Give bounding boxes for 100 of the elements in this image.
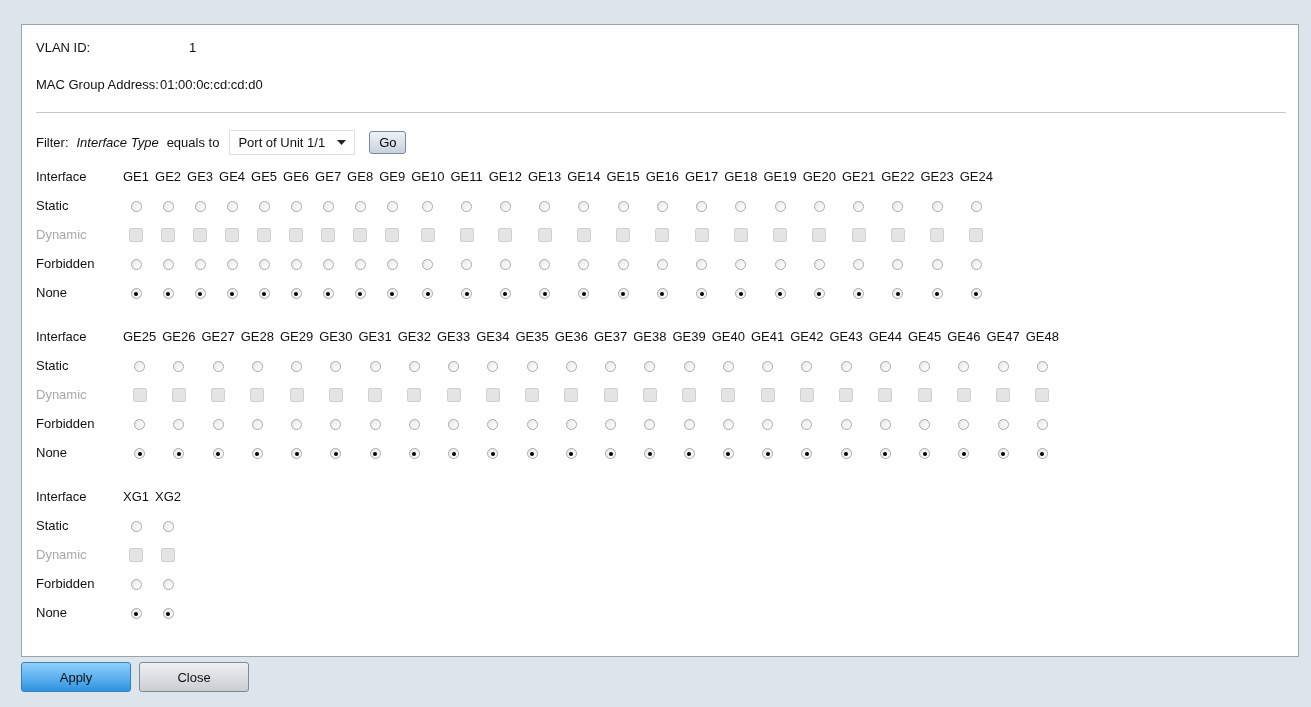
radio-button[interactable] (290, 288, 302, 300)
radio-button[interactable] (735, 259, 747, 271)
radio-button[interactable] (683, 448, 695, 460)
radio-button[interactable] (291, 448, 303, 460)
radio-button[interactable] (762, 361, 774, 373)
radio-button[interactable] (644, 361, 656, 373)
go-button[interactable]: Go (369, 130, 407, 154)
radio-button[interactable] (931, 259, 943, 271)
radio-button[interactable] (461, 288, 473, 300)
radio-button[interactable] (801, 448, 813, 460)
radio-button[interactable] (173, 448, 185, 460)
radio-button[interactable] (130, 259, 142, 271)
radio-button[interactable] (499, 259, 511, 271)
radio-button[interactable] (330, 361, 342, 373)
radio-button[interactable] (386, 201, 398, 213)
radio-button[interactable] (1036, 361, 1048, 373)
radio-button[interactable] (853, 259, 865, 271)
apply-button[interactable]: Apply (21, 662, 131, 692)
radio-button[interactable] (683, 419, 695, 431)
radio-button[interactable] (696, 201, 708, 213)
radio-button[interactable] (448, 361, 460, 373)
radio-button[interactable] (408, 448, 420, 460)
radio-button[interactable] (892, 201, 904, 213)
radio-button[interactable] (774, 201, 786, 213)
radio-button[interactable] (840, 448, 852, 460)
radio-button[interactable] (696, 288, 708, 300)
radio-button[interactable] (840, 361, 852, 373)
radio-button[interactable] (386, 259, 398, 271)
radio-button[interactable] (290, 259, 302, 271)
radio-button[interactable] (130, 608, 142, 620)
radio-button[interactable] (408, 419, 420, 431)
radio-button[interactable] (617, 201, 629, 213)
radio-button[interactable] (970, 259, 982, 271)
radio-button[interactable] (526, 361, 538, 373)
radio-button[interactable] (644, 419, 656, 431)
radio-button[interactable] (813, 259, 825, 271)
radio-button[interactable] (162, 521, 174, 533)
radio-button[interactable] (130, 521, 142, 533)
radio-button[interactable] (258, 288, 270, 300)
radio-button[interactable] (526, 419, 538, 431)
radio-button[interactable] (162, 579, 174, 591)
radio-button[interactable] (813, 288, 825, 300)
radio-button[interactable] (408, 361, 420, 373)
radio-button[interactable] (194, 201, 206, 213)
radio-button[interactable] (605, 361, 617, 373)
radio-button[interactable] (134, 419, 146, 431)
radio-button[interactable] (539, 259, 551, 271)
radio-button[interactable] (212, 448, 224, 460)
radio-button[interactable] (813, 201, 825, 213)
radio-button[interactable] (722, 419, 734, 431)
radio-button[interactable] (290, 201, 302, 213)
radio-button[interactable] (617, 259, 629, 271)
close-button[interactable]: Close (139, 662, 249, 692)
radio-button[interactable] (970, 288, 982, 300)
radio-button[interactable] (879, 361, 891, 373)
radio-button[interactable] (931, 288, 943, 300)
radio-button[interactable] (774, 288, 786, 300)
radio-button[interactable] (735, 201, 747, 213)
radio-button[interactable] (422, 288, 434, 300)
radio-button[interactable] (539, 201, 551, 213)
radio-button[interactable] (194, 288, 206, 300)
radio-button[interactable] (644, 448, 656, 460)
radio-button[interactable] (386, 288, 398, 300)
radio-button[interactable] (461, 201, 473, 213)
radio-button[interactable] (774, 259, 786, 271)
radio-button[interactable] (997, 448, 1009, 460)
radio-button[interactable] (226, 201, 238, 213)
radio-button[interactable] (617, 288, 629, 300)
radio-button[interactable] (330, 448, 342, 460)
radio-button[interactable] (578, 201, 590, 213)
radio-button[interactable] (130, 288, 142, 300)
radio-button[interactable] (997, 419, 1009, 431)
radio-button[interactable] (487, 448, 499, 460)
radio-button[interactable] (291, 419, 303, 431)
radio-button[interactable] (322, 201, 334, 213)
radio-button[interactable] (369, 361, 381, 373)
radio-button[interactable] (499, 201, 511, 213)
radio-button[interactable] (130, 579, 142, 591)
radio-button[interactable] (919, 448, 931, 460)
radio-button[interactable] (892, 288, 904, 300)
radio-button[interactable] (958, 448, 970, 460)
radio-button[interactable] (369, 419, 381, 431)
radio-button[interactable] (762, 448, 774, 460)
radio-button[interactable] (605, 448, 617, 460)
radio-button[interactable] (354, 201, 366, 213)
radio-button[interactable] (258, 259, 270, 271)
radio-button[interactable] (134, 361, 146, 373)
radio-button[interactable] (212, 361, 224, 373)
radio-button[interactable] (840, 419, 852, 431)
radio-button[interactable] (801, 419, 813, 431)
radio-button[interactable] (605, 419, 617, 431)
radio-button[interactable] (461, 259, 473, 271)
radio-button[interactable] (173, 419, 185, 431)
radio-button[interactable] (683, 361, 695, 373)
radio-button[interactable] (892, 259, 904, 271)
radio-button[interactable] (539, 288, 551, 300)
radio-button[interactable] (226, 288, 238, 300)
radio-button[interactable] (291, 361, 303, 373)
radio-button[interactable] (194, 259, 206, 271)
radio-button[interactable] (853, 201, 865, 213)
